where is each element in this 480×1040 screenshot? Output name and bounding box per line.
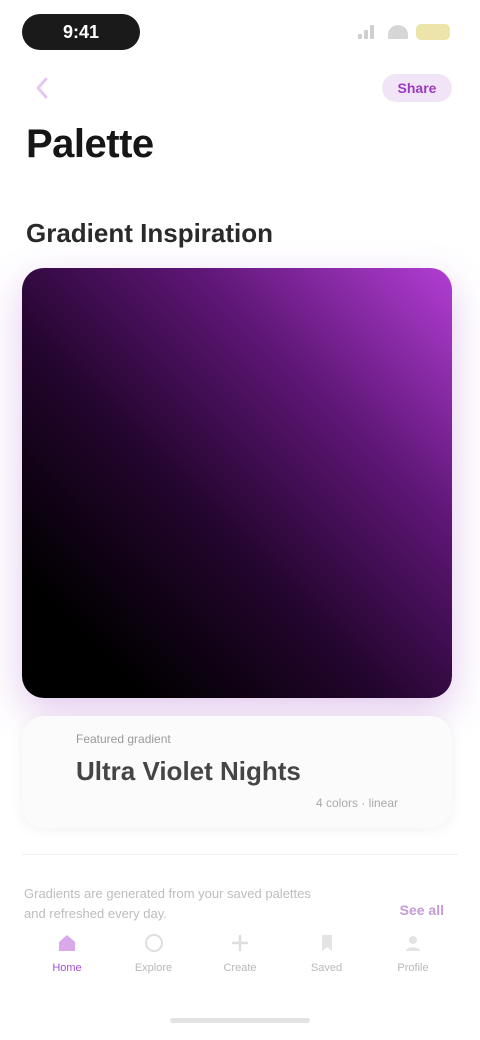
chevron-left-icon[interactable]: [30, 76, 54, 100]
tab-label: Home: [52, 962, 82, 974]
tab-label: Create: [223, 962, 257, 974]
tab-bar: Home Explore Create Saved Profile: [24, 930, 456, 990]
section-title: Gradient Inspiration: [26, 218, 274, 248]
tab-explore[interactable]: Explore: [111, 930, 197, 990]
gradient-meta: 4 colors · linear: [315, 796, 398, 810]
plus-icon: [227, 930, 253, 956]
tab-home[interactable]: Home: [24, 930, 110, 990]
tab-label: Profile: [397, 962, 429, 974]
tab-label: Explore: [134, 962, 173, 974]
see-all-link[interactable]: See all: [400, 902, 444, 918]
battery-icon: [416, 24, 450, 40]
tab-create[interactable]: Create: [197, 930, 283, 990]
gradient-info-card[interactable]: Featured gradient Ultra Violet Nights 4 …: [22, 716, 452, 828]
home-icon: [54, 930, 80, 956]
user-icon: [400, 930, 426, 956]
divider: [22, 854, 458, 855]
bookmark-icon: [314, 930, 340, 956]
navigation-bar: Share: [0, 64, 480, 112]
footer-note-line-1: Gradients are generated from your saved …: [24, 886, 311, 901]
footer-note: Gradients are generated from your saved …: [24, 884, 311, 924]
share-button[interactable]: Share: [382, 74, 452, 102]
info-caption: Featured gradient: [76, 732, 171, 746]
wifi-icon: [388, 25, 408, 39]
compass-icon: [141, 930, 167, 956]
status-bar: 9:41: [0, 0, 480, 64]
gradient-preview-card[interactable]: [22, 268, 452, 698]
tab-saved[interactable]: Saved: [284, 930, 370, 990]
page-title: Palette: [26, 122, 154, 166]
status-icons: [358, 24, 450, 40]
signal-icon: [358, 25, 380, 39]
home-indicator: [170, 1018, 310, 1023]
status-time: 9:41: [22, 14, 140, 50]
tab-label: Saved: [310, 962, 343, 974]
footer-note-line-2: and refreshed every day.: [24, 906, 167, 921]
tab-profile[interactable]: Profile: [370, 930, 456, 990]
gradient-name: Ultra Violet Nights: [76, 756, 301, 786]
